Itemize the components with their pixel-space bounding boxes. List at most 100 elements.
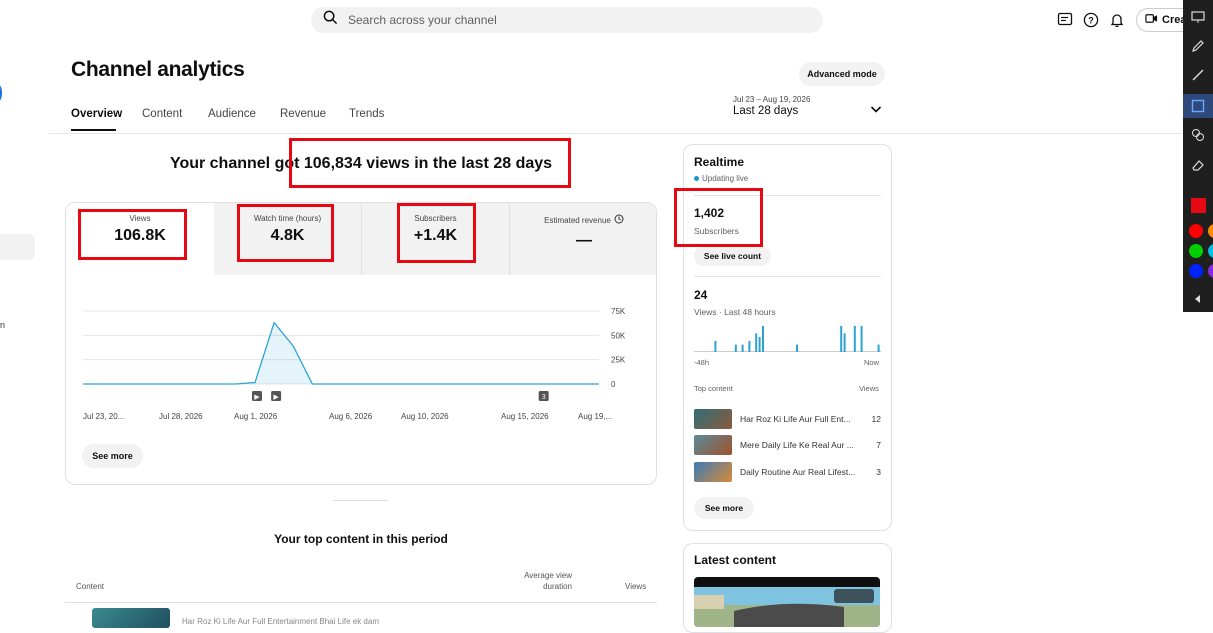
video-title: Daily Routine Aur Real Lifest... [740, 467, 856, 477]
divider [694, 276, 881, 277]
x-tick-label: Aug 19,... [578, 412, 612, 421]
video-title: Har Roz Ki Life Aur Full Ent... [740, 414, 851, 424]
x-tick-label: Aug 10, 2026 [401, 412, 449, 421]
pencil-icon[interactable] [1183, 35, 1213, 57]
search-icon [323, 10, 338, 30]
x-tick-label: Jul 23, 20... [83, 412, 124, 421]
series-line [83, 321, 599, 385]
y-tick-label: 0 [611, 380, 616, 389]
advanced-mode-button[interactable]: Advanced mode [799, 62, 885, 86]
search-input[interactable]: Search across your channel [348, 13, 497, 27]
updating-live-status: Updating live [694, 174, 748, 183]
video-camera-icon [1145, 13, 1158, 27]
top-content-title: Your top content in this period [274, 532, 448, 546]
line-tool-icon[interactable] [1183, 64, 1213, 86]
realtime-bar [840, 326, 843, 352]
realtime-bar [762, 326, 764, 352]
tab-audience[interactable]: Audience [208, 108, 256, 120]
realtime-bar [860, 326, 863, 352]
series-area [83, 322, 599, 384]
tab-revenue[interactable]: Revenue [280, 108, 326, 120]
video-views: 7 [876, 440, 881, 450]
color-blue-swatch[interactable] [1189, 264, 1203, 278]
realtime-bar [714, 340, 717, 352]
annotation-box [289, 138, 571, 188]
y-tick-label: 25K [611, 356, 626, 365]
color-purple-swatch[interactable] [1208, 264, 1213, 278]
list-item[interactable]: Har Roz Ki Life Aur Full Ent... 12 [694, 409, 881, 429]
annotation-box [397, 203, 476, 263]
x-tick-label: Aug 6, 2026 [329, 412, 373, 421]
color-green-swatch[interactable] [1189, 244, 1203, 258]
metric-value: — [576, 231, 592, 249]
col-header-content: Content [76, 582, 105, 591]
tab-overview[interactable]: Overview [71, 108, 122, 120]
section-divider [333, 500, 388, 501]
eraser-icon[interactable] [1183, 154, 1213, 176]
video-views: 12 [871, 414, 881, 424]
latest-content-title: Latest content [694, 553, 777, 567]
list-item[interactable]: Mere Daily Life Ke Real Aur ... 7 [694, 435, 881, 455]
video-thumbnail [694, 409, 732, 429]
color-red-swatch[interactable] [1189, 224, 1203, 238]
realtime-bar-chart [694, 326, 881, 352]
realtime-bar [877, 344, 880, 352]
chevron-down-icon[interactable] [869, 102, 883, 121]
realtime-bar [741, 344, 744, 352]
x-tick-label: Jul 28, 2026 [159, 412, 203, 421]
metric-label: Estimated revenue [544, 215, 611, 225]
realtime-views-label: Views · Last 48 hours [694, 307, 776, 317]
realtime-bar [796, 344, 798, 352]
video-marker-label: ▶ [273, 394, 279, 401]
date-range-picker[interactable]: Jul 23 – Aug 19, 2026 Last 28 days [733, 95, 810, 117]
video-marker-label: ▶ [254, 394, 260, 401]
video-views: 3 [876, 467, 881, 477]
y-tick-label: 50K [611, 331, 626, 340]
page-title: Channel analytics [71, 58, 245, 81]
views-column-label: Views [859, 384, 879, 393]
table-divider [65, 602, 657, 603]
active-tab-indicator [71, 129, 116, 131]
tabs-divider [49, 133, 1182, 134]
metric-tab-estimated-revenue[interactable]: Estimated revenue — [510, 203, 656, 275]
latest-video-thumbnail[interactable] [694, 577, 880, 627]
top-content-label: Top content [694, 384, 733, 393]
x-tick-label: Aug 1, 2026 [234, 412, 278, 421]
collapse-arrow-icon[interactable] [1183, 290, 1213, 308]
tab-content[interactable]: Content [142, 108, 182, 120]
notifications-bell-icon[interactable] [1108, 11, 1126, 29]
col-header-views: Views [625, 582, 647, 591]
realtime-bar [853, 326, 856, 352]
rectangle-tool-icon[interactable] [1183, 94, 1213, 118]
list-item[interactable]: Daily Routine Aur Real Lifest... 3 [694, 462, 881, 482]
channel-avatar-edge[interactable] [0, 80, 2, 106]
feedback-icon[interactable] [1056, 11, 1074, 29]
axis-end-label: Now [864, 358, 880, 367]
clock-icon [614, 214, 624, 226]
screen-icon[interactable] [1183, 6, 1213, 28]
color-cyan-swatch[interactable] [1208, 244, 1213, 258]
color-orange-swatch[interactable] [1208, 224, 1213, 238]
realtime-bar [843, 333, 846, 352]
annotation-toolbar [1183, 0, 1213, 312]
numbering-tool-icon[interactable] [1183, 124, 1213, 146]
see-more-button[interactable]: See more [82, 444, 143, 468]
axis-start-label: -48h [694, 358, 710, 367]
realtime-title: Realtime [694, 155, 745, 169]
help-icon[interactable]: ? [1082, 11, 1100, 29]
realtime-bar [755, 333, 758, 352]
date-range-label: Last 28 days [733, 105, 799, 117]
views-chart: 75K 50K 25K 0 Jul 23, 20... Jul 28, 2026 Aug 1… [83, 307, 626, 421]
sidebar-selected-item[interactable] [0, 234, 35, 260]
svg-text:?: ? [1088, 16, 1094, 26]
realtime-see-more-button[interactable]: See more [694, 497, 754, 519]
tab-trends[interactable]: Trends [349, 108, 384, 120]
video-thumbnail[interactable] [92, 608, 170, 628]
search-bar[interactable]: Search across your channel [311, 7, 823, 33]
see-live-count-button[interactable]: See live count [694, 246, 771, 266]
video-title: Mere Daily Life Ke Real Aur ... [740, 440, 854, 450]
current-color-swatch[interactable] [1183, 194, 1213, 216]
x-tick-label: Aug 15, 2026 [501, 412, 549, 421]
y-tick-label: 75K [611, 307, 626, 316]
realtime-views-value: 24 [694, 288, 708, 302]
